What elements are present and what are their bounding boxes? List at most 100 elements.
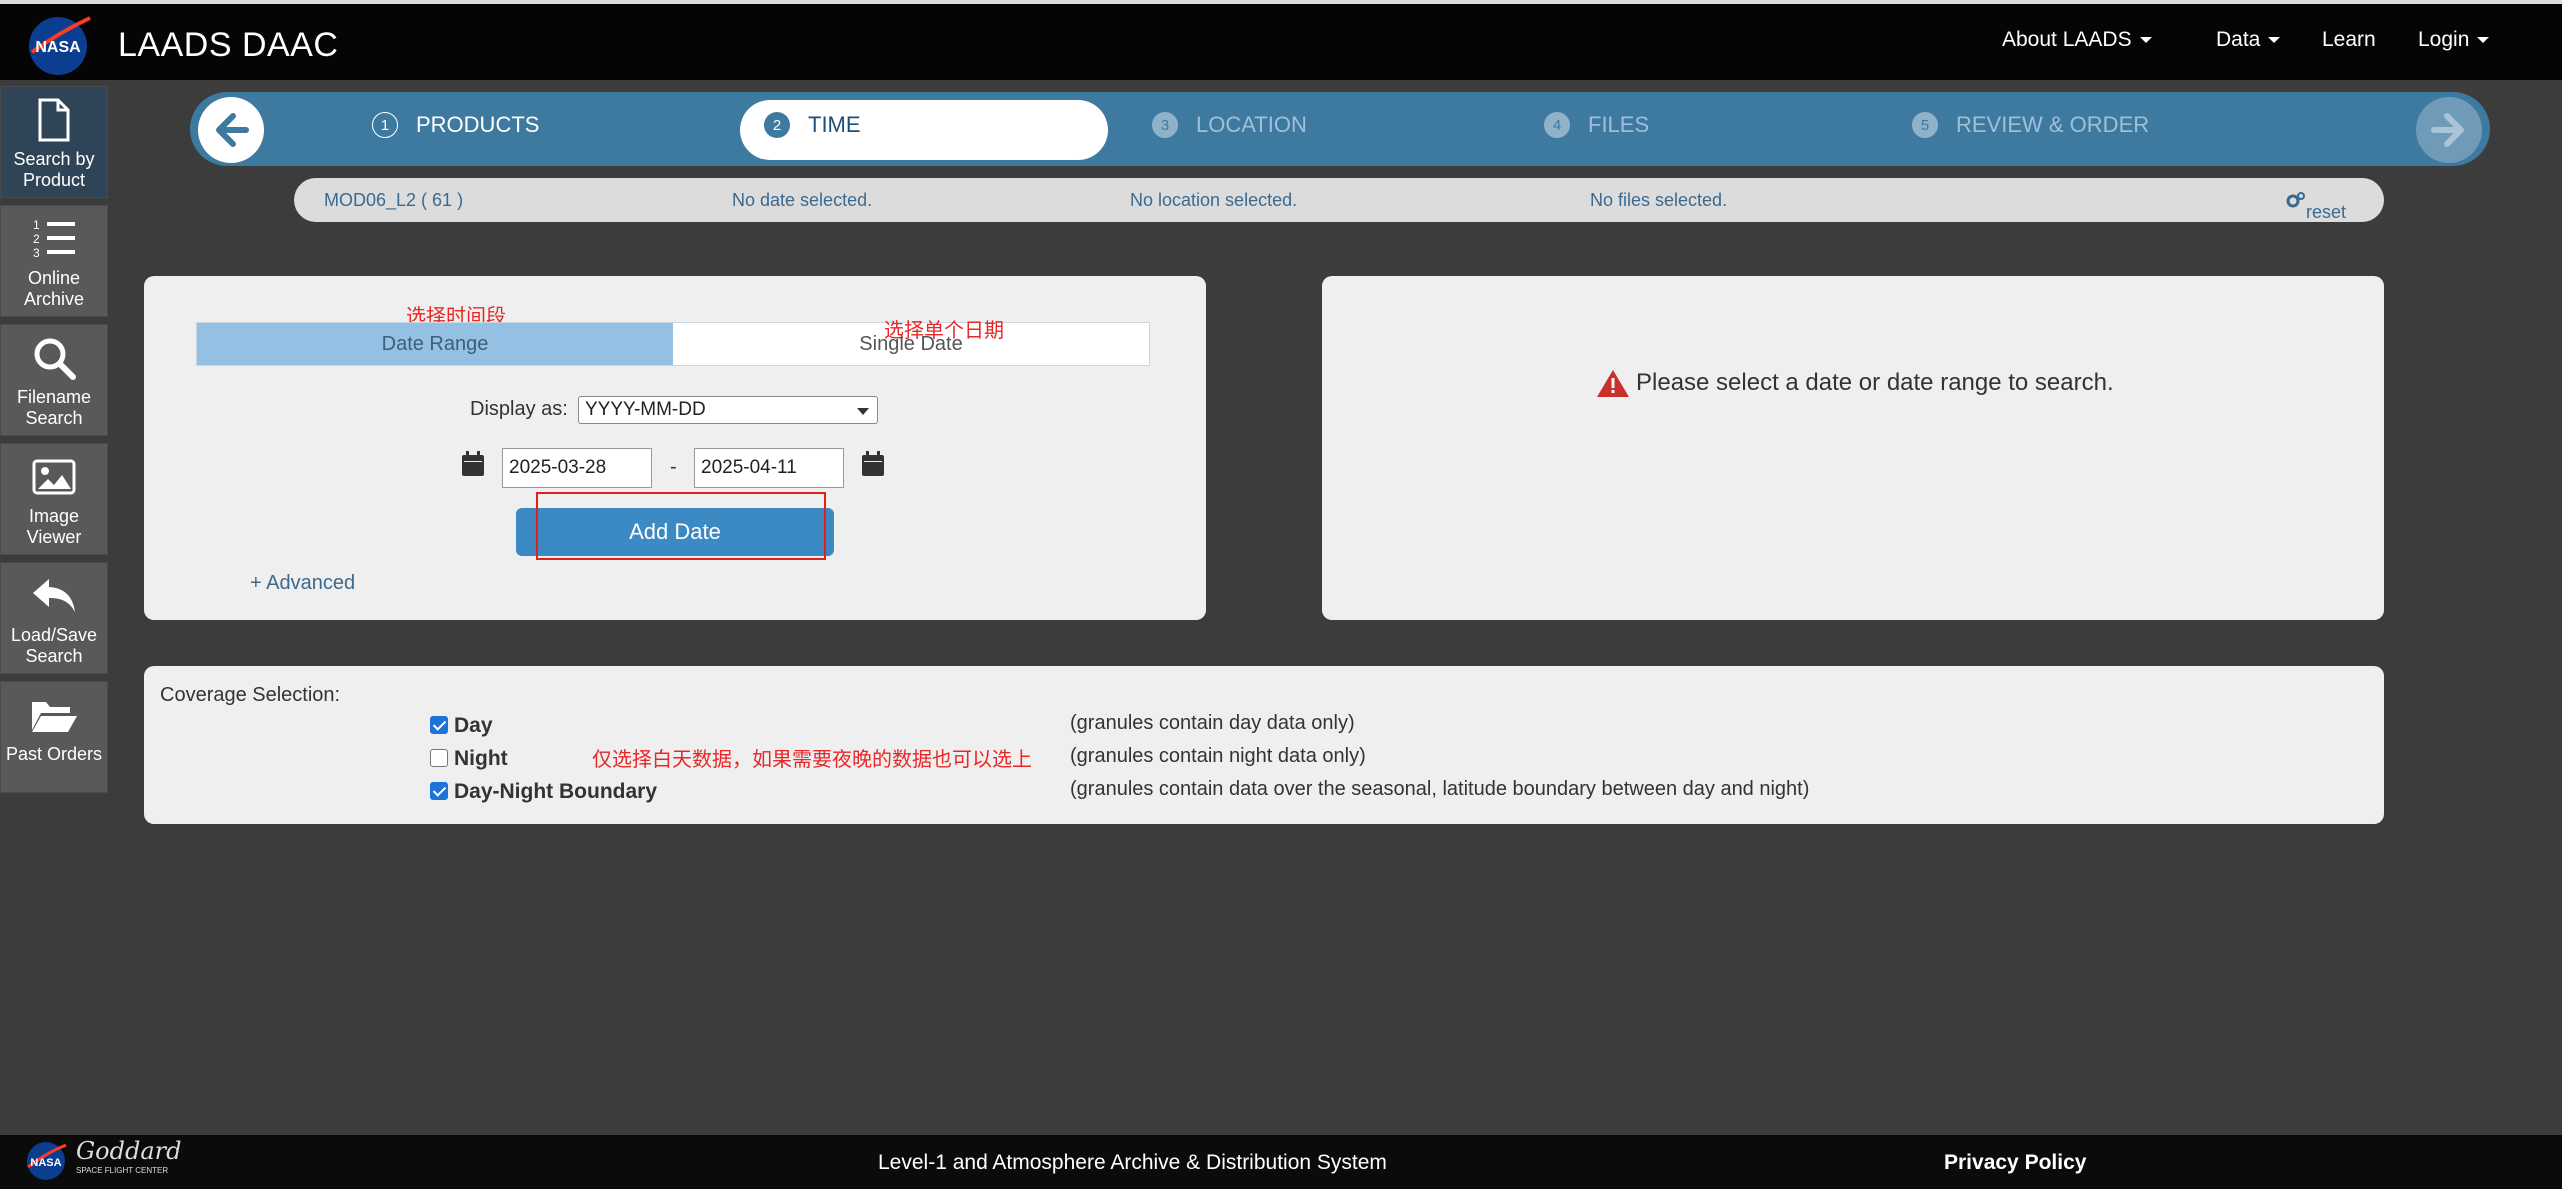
step-label: TIME <box>808 112 861 137</box>
cogs-icon <box>2286 192 2305 208</box>
calendar-icon[interactable] <box>460 450 486 478</box>
back-button[interactable] <box>198 97 264 163</box>
arrow-left-icon <box>216 113 249 147</box>
nav-learn[interactable]: Learn <box>2322 28 2376 52</box>
step-number: 2 <box>764 112 790 138</box>
step-time[interactable]: 2 TIME <box>764 112 861 138</box>
summary-product[interactable]: MOD06_L2 ( 61 ) <box>324 190 463 211</box>
nav-data-label: Data <box>2216 28 2261 51</box>
wizard-step-bar: 1 PRODUCTS 2 TIME 3 LOCATION 4 FILES 5 REVIEW… <box>190 92 2490 166</box>
step-label: FILES <box>1588 112 1650 137</box>
svg-text:2: 2 <box>33 232 40 246</box>
reset-button[interactable]: reset <box>2286 190 2346 222</box>
step-products[interactable]: 1 PRODUCTS <box>372 112 539 138</box>
sidebar: Search by Product 123 Online Archive Fil… <box>0 86 108 800</box>
warning-message: Please select a date or date range to se… <box>1636 369 2114 396</box>
date-format-select[interactable]: YYYY-MM-DD <box>578 396 878 424</box>
annotation-single-date: 选择单个日期 <box>884 320 1004 342</box>
top-navbar: NASA LAADS DAAC About LAADS Data Learn L… <box>0 0 2562 80</box>
calendar-icon[interactable] <box>860 450 886 478</box>
date-separator: - <box>670 456 677 478</box>
sidebar-item-label: Load/Save Search <box>10 625 98 666</box>
goddard-subtitle: SPACE FLIGHT CENTER <box>76 1166 169 1175</box>
sidebar-item-online-archive[interactable]: 123 Online Archive <box>0 205 108 317</box>
file-icon <box>38 98 70 142</box>
display-as-label: Display as: <box>470 398 568 420</box>
summary-location[interactable]: No location selected. <box>1130 190 1297 211</box>
results-panel: Please select a date or date range to se… <box>1322 276 2384 620</box>
site-title[interactable]: LAADS DAAC <box>118 26 338 65</box>
coverage-selection-panel: Coverage Selection: Day (granules contai… <box>144 666 2384 824</box>
start-date-input[interactable]: 2025-03-28 <box>502 448 652 488</box>
step-label: PRODUCTS <box>416 112 540 137</box>
chevron-down-icon <box>2268 37 2281 44</box>
search-icon <box>34 338 76 380</box>
date-mode-tabs: Date Range Single Date <box>196 322 1150 366</box>
footer: NASA Goddard SPACE FLIGHT CENTER Level-1 … <box>0 1135 2562 1189</box>
summary-date[interactable]: No date selected. <box>732 190 872 211</box>
chevron-down-icon <box>857 408 869 415</box>
svg-text:NASA: NASA <box>35 39 81 56</box>
reply-icon <box>33 579 75 612</box>
coverage-title: Coverage Selection: <box>160 684 341 706</box>
sidebar-item-image-viewer[interactable]: Image Viewer <box>0 443 108 555</box>
footer-system-name: Level-1 and Atmosphere Archive & Distrib… <box>878 1151 1387 1174</box>
day-night-boundary-label[interactable]: Day-Night Boundary <box>454 780 657 804</box>
night-checkbox[interactable] <box>430 749 448 767</box>
date-format-value: YYYY-MM-DD <box>585 399 706 420</box>
day-description: (granules contain day data only) <box>1070 712 1355 734</box>
svg-text:3: 3 <box>33 246 40 260</box>
sidebar-item-filename-search[interactable]: Filename Search <box>0 324 108 436</box>
nasa-footer-logo-icon[interactable]: NASA <box>24 1141 68 1181</box>
goddard-logo[interactable]: Goddard SPACE FLIGHT CENTER <box>76 1139 182 1181</box>
nav-about[interactable]: About LAADS <box>2002 28 2152 52</box>
folder-icon <box>32 702 77 732</box>
date-selection-panel: 选择时间段 Date Range Single Date 选择单个日期 Disp… <box>144 276 1206 620</box>
sidebar-item-label: Search by Product <box>13 149 95 190</box>
arrow-right-icon <box>2431 113 2464 147</box>
step-number: 4 <box>1544 112 1570 138</box>
summary-files[interactable]: No files selected. <box>1590 190 1727 211</box>
step-number: 3 <box>1152 112 1178 138</box>
day-checkbox[interactable] <box>430 716 448 734</box>
day-label[interactable]: Day <box>454 714 493 738</box>
sidebar-item-label: Past Orders <box>5 744 103 764</box>
image-icon <box>32 459 76 495</box>
reset-label: reset <box>2306 202 2347 222</box>
nasa-logo-icon[interactable]: NASA <box>26 12 94 76</box>
nav-learn-label: Learn <box>2322 28 2376 51</box>
annotation-coverage-note: 仅选择白天数据，如果需要夜晚的数据也可以选上 <box>592 749 1032 771</box>
sidebar-item-label: Filename Search <box>16 387 92 428</box>
forward-button[interactable] <box>2416 97 2482 163</box>
sidebar-item-past-orders[interactable]: Past Orders <box>0 681 108 793</box>
advanced-toggle-link[interactable]: + Advanced <box>250 572 355 595</box>
sidebar-item-label: Online Archive <box>23 268 85 309</box>
sidebar-item-search-by-product[interactable]: Search by Product <box>0 86 108 198</box>
no-date-warning: Please select a date or date range to se… <box>1596 368 2114 398</box>
svg-text:NASA: NASA <box>30 1157 61 1169</box>
tab-date-range[interactable]: Date Range <box>197 323 673 365</box>
step-files[interactable]: 4 FILES <box>1544 112 1649 138</box>
selection-summary-bar: MOD06_L2 ( 61 ) No date selected. No loc… <box>294 178 2384 222</box>
warning-icon <box>1597 370 1629 397</box>
step-label: LOCATION <box>1196 112 1307 137</box>
step-label: REVIEW & ORDER <box>1956 112 2150 137</box>
svg-text:1: 1 <box>33 218 40 232</box>
step-number: 1 <box>372 112 398 138</box>
privacy-policy-link[interactable]: Privacy Policy <box>1944 1151 2086 1175</box>
step-number: 5 <box>1912 112 1938 138</box>
night-label[interactable]: Night <box>454 747 508 771</box>
day-night-boundary-description: (granules contain data over the seasonal… <box>1070 778 1810 800</box>
nav-login[interactable]: Login <box>2418 28 2490 52</box>
nav-data[interactable]: Data <box>2216 28 2281 52</box>
nav-about-label: About LAADS <box>2002 28 2132 51</box>
day-night-boundary-checkbox[interactable] <box>430 782 448 800</box>
night-description: (granules contain night data only) <box>1070 745 1366 767</box>
list-icon: 123 <box>33 218 75 260</box>
chevron-down-icon <box>2139 37 2152 44</box>
step-review-order[interactable]: 5 REVIEW & ORDER <box>1912 112 2149 138</box>
sidebar-item-load-save-search[interactable]: Load/Save Search <box>0 562 108 674</box>
annotation-highlight-box <box>536 492 826 560</box>
step-location[interactable]: 3 LOCATION <box>1152 112 1307 138</box>
end-date-input[interactable]: 2025-04-11 <box>694 448 844 488</box>
